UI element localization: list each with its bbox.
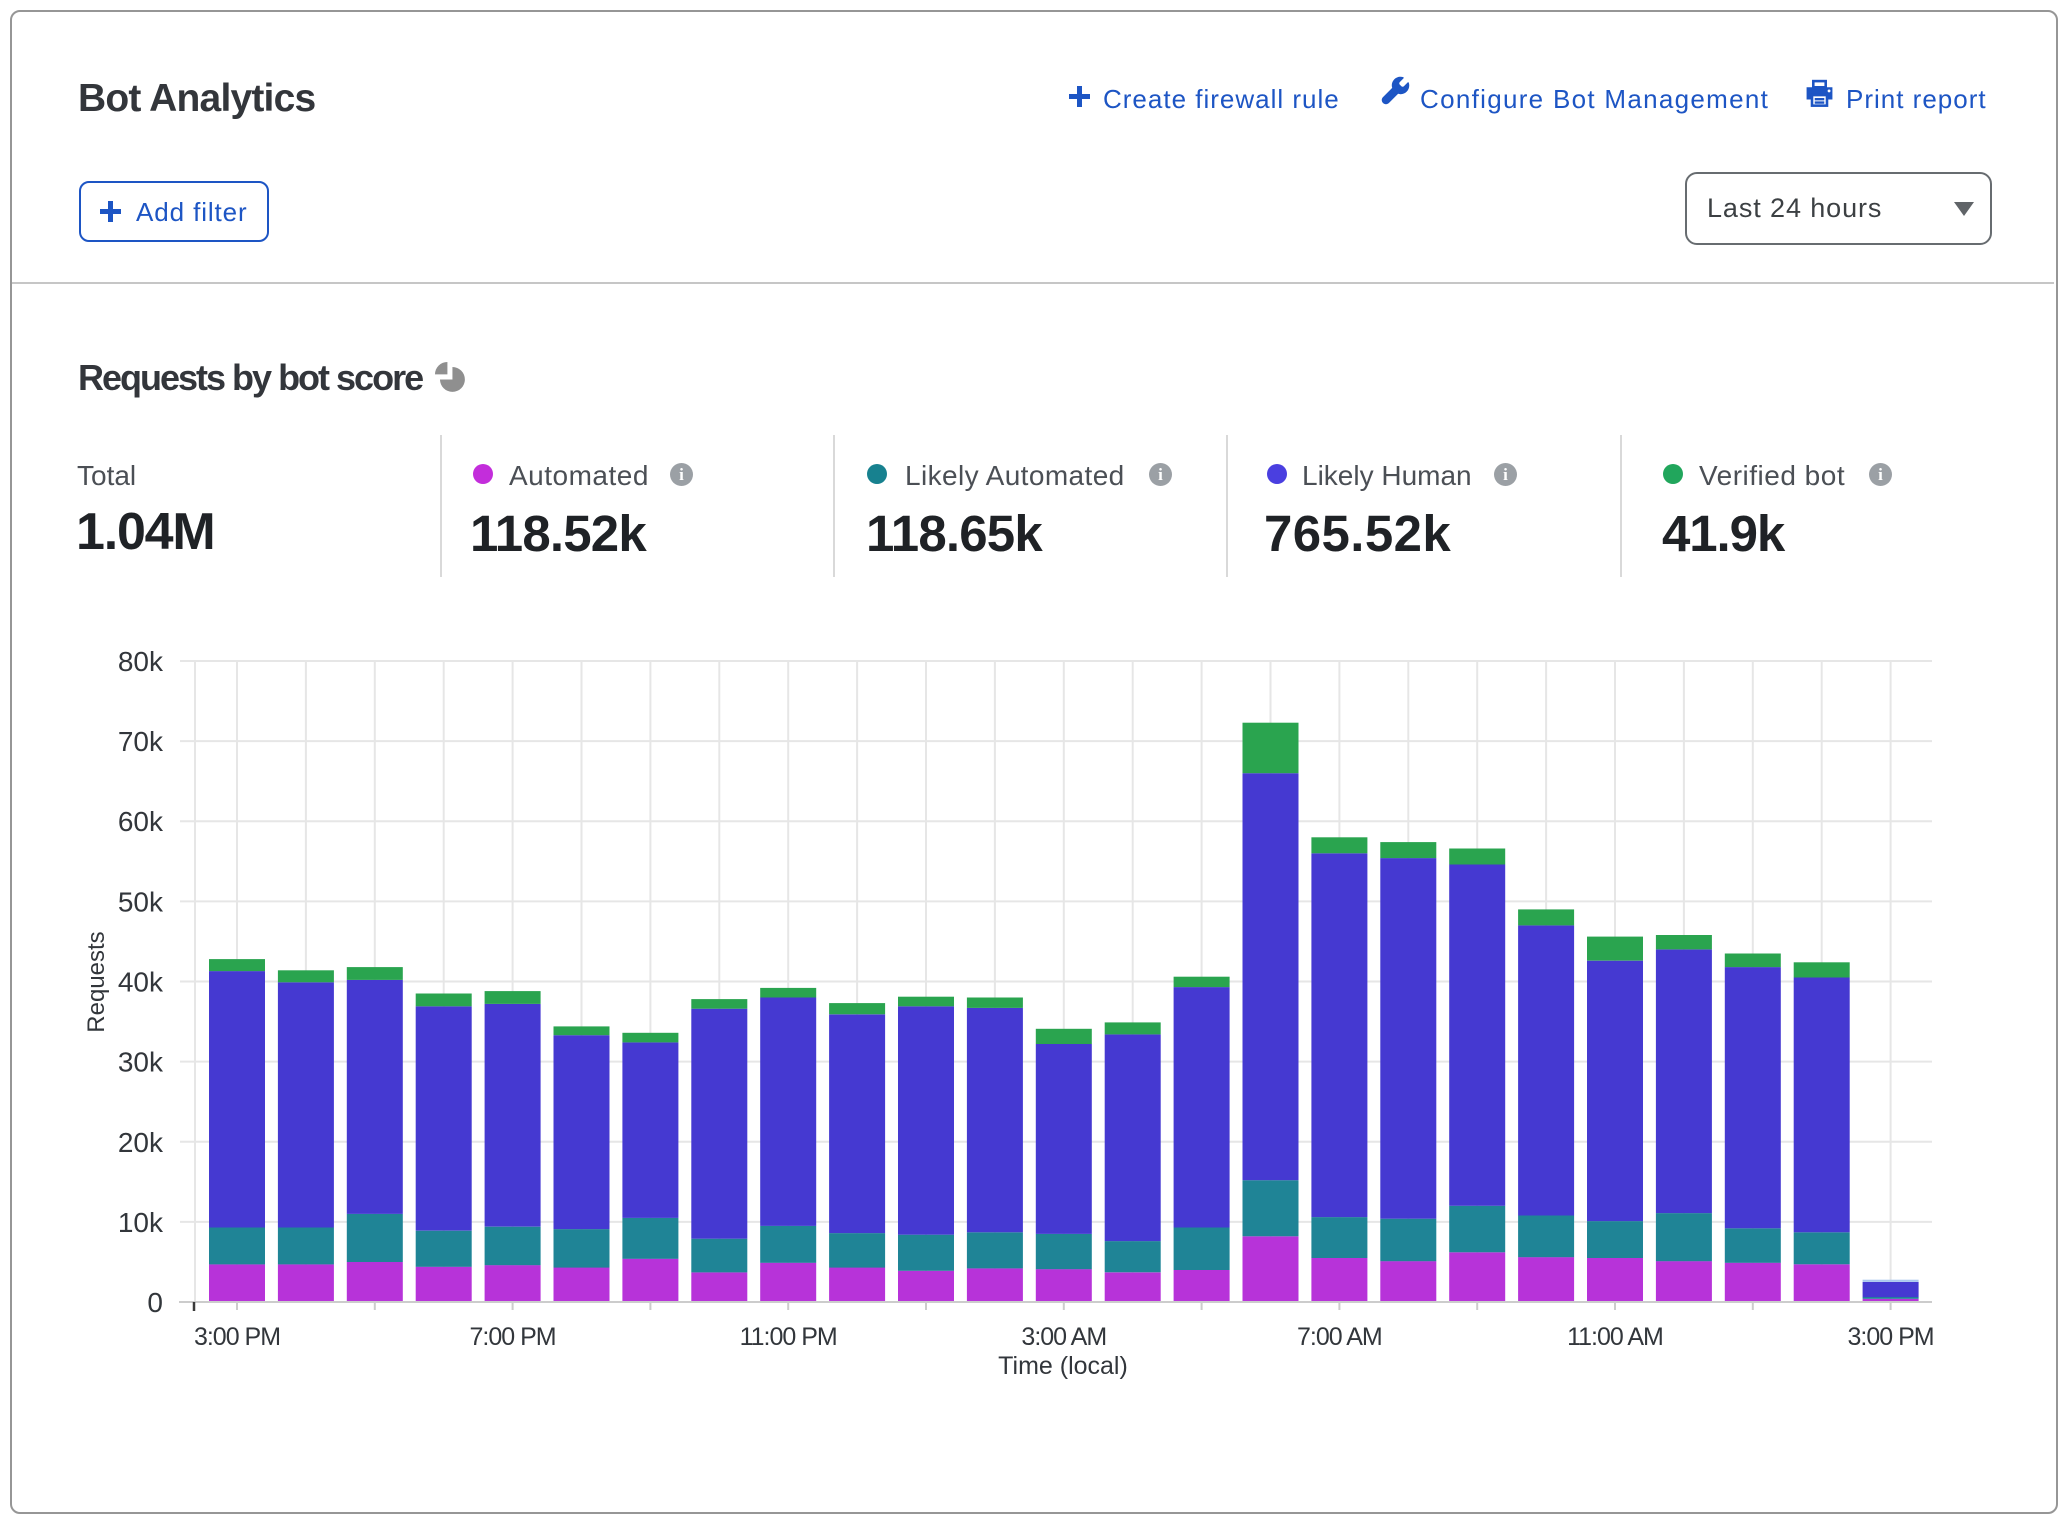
svg-text:20k: 20k	[118, 1127, 164, 1158]
svg-text:0: 0	[147, 1287, 163, 1318]
svg-text:Requests: Requests	[83, 931, 110, 1032]
svg-text:50k: 50k	[118, 886, 164, 917]
svg-text:70k: 70k	[118, 726, 164, 757]
svg-text:40k: 40k	[118, 967, 164, 998]
svg-text:7:00 PM: 7:00 PM	[470, 1323, 556, 1351]
svg-text:30k: 30k	[118, 1047, 164, 1078]
svg-text:3:00 PM: 3:00 PM	[194, 1323, 280, 1351]
svg-text:Time (local): Time (local)	[998, 1352, 1128, 1380]
svg-text:11:00 PM: 11:00 PM	[740, 1323, 837, 1351]
svg-text:10k: 10k	[118, 1207, 164, 1238]
svg-text:60k: 60k	[118, 806, 164, 837]
svg-text:7:00 AM: 7:00 AM	[1297, 1323, 1382, 1351]
svg-text:3:00 PM: 3:00 PM	[1848, 1323, 1934, 1351]
svg-text:3:00 AM: 3:00 AM	[1021, 1323, 1106, 1351]
svg-text:11:00 AM: 11:00 AM	[1567, 1323, 1663, 1351]
svg-text:80k: 80k	[118, 646, 164, 677]
